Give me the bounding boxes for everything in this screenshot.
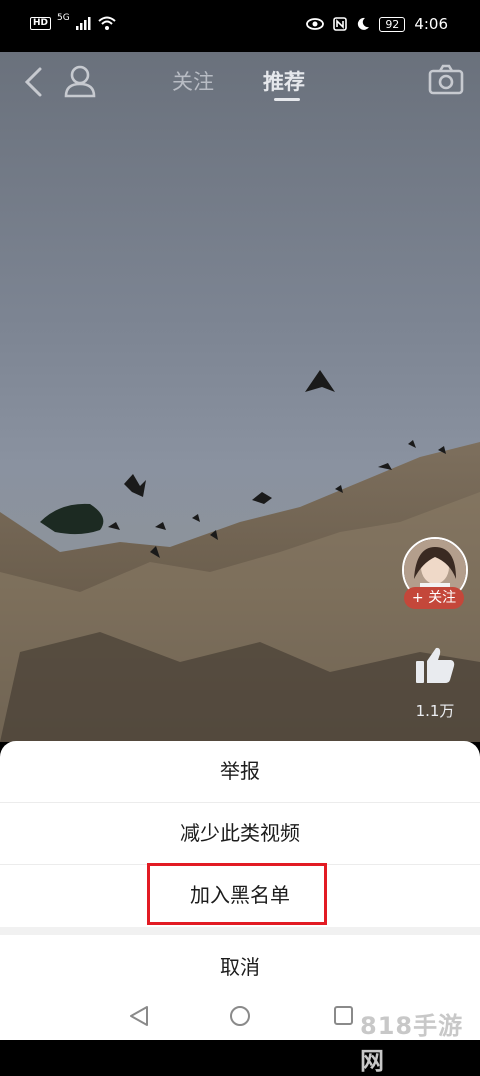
like-count: 1.1万 <box>415 702 455 720</box>
signal-icon <box>75 16 91 30</box>
camera-icon[interactable] <box>428 64 464 96</box>
highlight-annotation <box>147 863 327 925</box>
top-nav: 关注 推荐 <box>0 52 480 112</box>
tab-follow[interactable]: 关注 <box>172 66 214 96</box>
network-type: 5G <box>57 13 70 23</box>
like-icon[interactable] <box>414 645 456 685</box>
reduce-similar-option[interactable]: 减少此类视频 <box>0 803 480 863</box>
cancel-button[interactable]: 取消 <box>0 937 480 997</box>
follow-button[interactable]: + 关注 <box>404 587 464 609</box>
clock: 4:06 <box>414 15 448 33</box>
section-divider <box>0 927 480 935</box>
video-player[interactable] <box>0 52 480 742</box>
battery-indicator: 92 <box>379 16 406 32</box>
eye-icon <box>306 18 325 30</box>
status-left: HD 5G <box>30 13 116 30</box>
nav-recent-icon[interactable] <box>333 1004 355 1028</box>
moon-icon <box>358 17 370 30</box>
status-bar: HD 5G 92 4:06 <box>0 0 480 52</box>
report-option[interactable]: 举报 <box>0 741 480 801</box>
nav-back-icon[interactable] <box>128 1004 150 1028</box>
nfc-icon <box>333 17 348 31</box>
back-icon[interactable] <box>22 66 46 98</box>
wifi-icon <box>98 16 116 30</box>
active-tab-indicator <box>274 98 300 101</box>
video-frame <box>0 370 480 742</box>
hd-badge: HD <box>30 16 52 30</box>
status-right: 92 4:06 <box>306 15 448 33</box>
watermark: 818手游网 <box>360 1012 464 1075</box>
tab-recommend[interactable]: 推荐 <box>263 66 305 96</box>
user-icon[interactable] <box>63 64 97 98</box>
nav-home-icon[interactable] <box>229 1004 251 1028</box>
